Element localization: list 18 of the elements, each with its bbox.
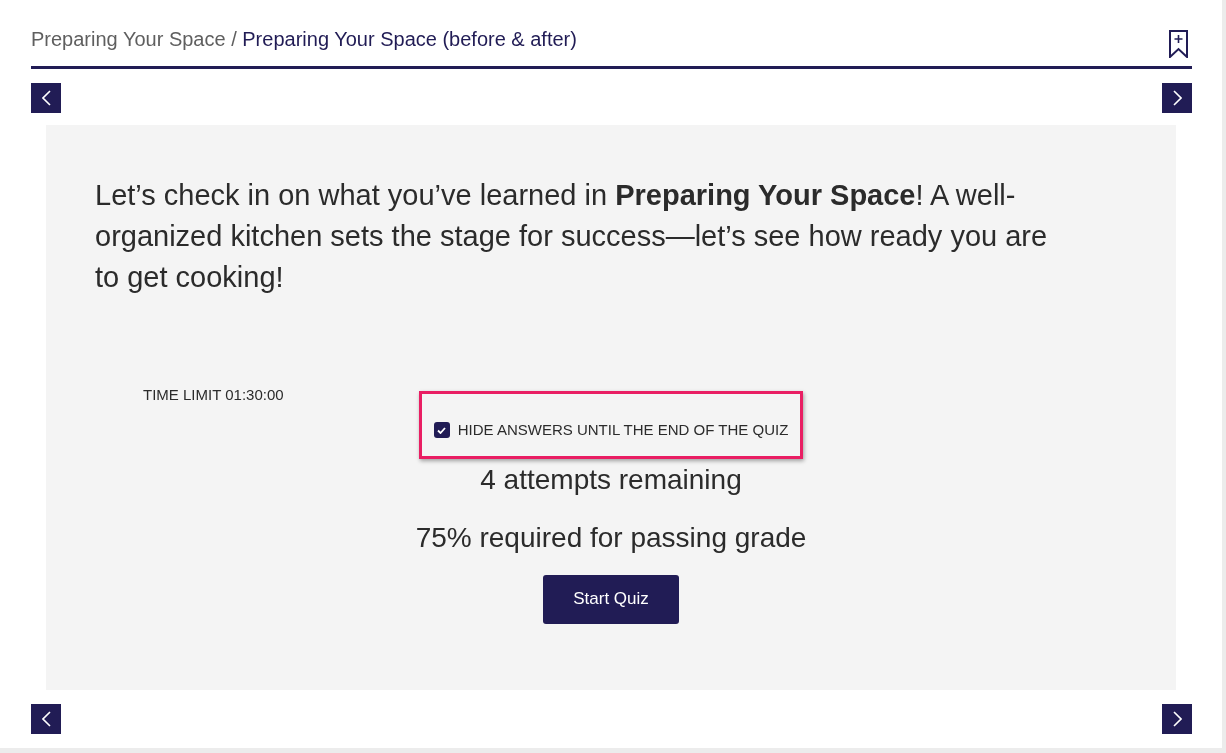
check-icon [437,426,447,434]
breadcrumb: Preparing Your Space / Preparing Your Space (before & after) [31,29,577,49]
chevron-right-icon [1172,711,1182,727]
intro-text: Let’s check in on what you’ve learned in Preparing Your Space! A well-organized kitchen sets the stage for success—let’s see how ready you are to get cooking! [94,178,1049,295]
time-limit-text: TIME LIMIT 01:30:00 [143,386,284,403]
previous-button[interactable] [31,83,61,113]
bookmark-add-icon[interactable] [1169,30,1188,58]
chevron-right-icon [1172,90,1182,106]
previous-button[interactable] [31,704,61,734]
next-button[interactable] [1162,83,1192,113]
checkbox-label[interactable]: HIDE ANSWERS UNTIL THE END OF THE QUIZ [457,419,789,442]
checkbox[interactable] [433,422,450,439]
attempts-text: 4 attempts remaining [479,462,743,497]
chevron-left-icon [41,711,51,727]
chevron-left-icon [41,90,51,106]
passing-grade-text: 75% required for passing grade [414,520,808,555]
start-quiz-button[interactable]: Start Quiz [543,574,679,624]
next-button[interactable] [1162,704,1192,734]
